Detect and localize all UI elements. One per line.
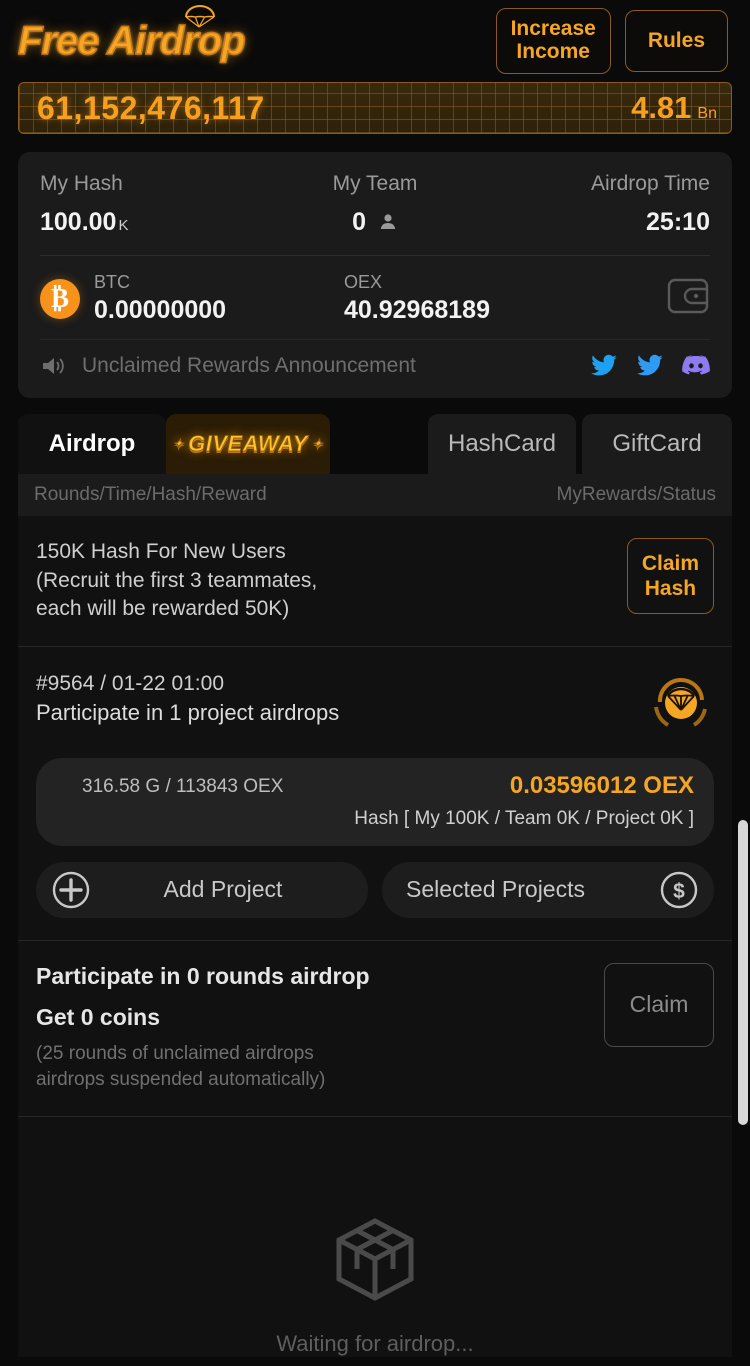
giveaway-badge-label: GIVEAWAY <box>169 431 328 457</box>
twitter-icon[interactable] <box>636 354 664 378</box>
plus-circle-icon <box>52 871 90 908</box>
announcement-row[interactable]: Unclaimed Rewards Announcement <box>40 339 710 384</box>
balances-row: ₿ BTC 0.00000000 OEX 40.92968189 <box>40 256 710 339</box>
round-meta: #9564 / 01-22 01:00 Participate in 1 pro… <box>36 669 339 729</box>
round-hash-left: 316.58 G / 113843 OEX <box>82 775 284 797</box>
round-description: Participate in 1 project airdrops <box>36 700 340 726</box>
column-header-right: MyRewards/Status <box>556 484 716 505</box>
claim-hash-line1: Claim <box>641 552 699 575</box>
round-hash-box: 316.58 G / 113843 OEX 0.03596012 OEX Has… <box>36 757 714 846</box>
empty-state-label: Waiting for airdrop... <box>276 1330 474 1356</box>
stat-airdrop-time: Airdrop Time 25:10 <box>487 172 710 237</box>
btc-label: BTC <box>94 272 130 292</box>
promo-line-2: (Recruit the first 3 teammates, <box>36 568 318 592</box>
round-airdrop-icon-wrap <box>648 669 714 740</box>
participation-summary: Participate in 0 rounds airdrop Get 0 co… <box>36 962 714 1094</box>
increase-income-line2: Income <box>516 40 590 63</box>
promo-text: 150K Hash For New Users (Recruit the fir… <box>36 538 317 624</box>
my-team-value: 0 <box>352 208 366 236</box>
tab-giveaway[interactable]: GIVEAWAY <box>166 414 330 474</box>
add-project-button[interactable]: Add Project <box>36 861 368 918</box>
rules-button[interactable]: Rules <box>624 9 728 73</box>
airdrop-parachute-icon <box>654 677 707 727</box>
total-hash-amount: 4.81 <box>631 90 692 125</box>
claim-hash-button[interactable]: Claim Hash <box>626 538 714 615</box>
app-header: Free Airdrop Increase Income Rules <box>0 0 750 82</box>
my-hash-label: My Hash <box>40 172 123 195</box>
column-header-bar: Rounds/Time/Hash/Reward MyRewards/Status <box>18 474 732 516</box>
tab-hashcard[interactable]: HashCard <box>428 414 576 474</box>
promo-line-1: 150K Hash For New Users <box>36 540 286 563</box>
empty-state: Waiting for airdrop... <box>18 1117 732 1357</box>
stat-my-hash[interactable]: My Hash 100.00 K <box>40 172 263 237</box>
round-id-time: #9564 / 01-22 01:00 <box>36 671 224 695</box>
promo-line-3: each will be rewarded 50K) <box>36 597 290 621</box>
wallet-icon <box>667 278 709 314</box>
column-header-left: Rounds/Time/Hash/Reward <box>34 484 267 505</box>
round-row: #9564 / 01-22 01:00 Participate in 1 pro… <box>18 647 732 941</box>
project-actions-row: Add Project Selected Projects $ <box>36 861 714 918</box>
btc-balance: BTC 0.00000000 <box>94 272 344 325</box>
person-icon <box>380 214 396 229</box>
my-team-value-wrap: 0 <box>263 208 486 237</box>
airdrop-time-label: Airdrop Time <box>590 172 710 195</box>
add-project-label: Add Project <box>163 876 283 903</box>
new-user-promo-row: 150K Hash For New Users (Recruit the fir… <box>18 516 732 647</box>
wallet-button[interactable] <box>666 276 710 321</box>
btc-value: 0.00000000 <box>94 296 227 324</box>
stats-row: My Hash 100.00 K My Team 0 Airdrop Time 2… <box>40 172 710 237</box>
stat-my-team[interactable]: My Team 0 <box>263 172 486 237</box>
stats-card: My Hash 100.00 K My Team 0 Airdrop Time 2… <box>18 152 732 398</box>
dollar-circle-icon: $ <box>660 871 698 908</box>
oex-value: 40.92968189 <box>344 296 490 324</box>
vertical-scrollbar[interactable] <box>738 820 748 1125</box>
total-hash-amount-wrap: 4.81 Bn <box>631 90 717 126</box>
participation-line-2: Get 0 coins <box>36 1003 160 1030</box>
total-hash-banner: 61,152,476,117 4.81 Bn <box>18 82 732 134</box>
announcement-text: Unclaimed Rewards Announcement <box>82 354 416 377</box>
round-reward-amount: 0.03596012 OEX <box>509 771 694 799</box>
my-hash-unit: K <box>118 217 129 234</box>
airdrop-list-panel: 150K Hash For New Users (Recruit the fir… <box>18 516 732 1357</box>
increase-income-button[interactable]: Increase Income <box>495 8 611 74</box>
participation-note: (25 rounds of unclaimed airdrops airdrop… <box>36 1041 370 1094</box>
round-hash-breakdown: Hash [ My 100K / Team 0K / Project 0K ] <box>354 807 694 829</box>
discord-icon[interactable] <box>682 355 710 377</box>
my-hash-value-wrap: 100.00 K <box>40 208 263 237</box>
my-team-label: My Team <box>332 172 418 195</box>
oex-label: OEX <box>344 272 383 292</box>
airdrop-time-value: 25:10 <box>646 208 710 236</box>
participation-text: Participate in 0 rounds airdrop Get 0 co… <box>36 963 370 1094</box>
participation-note-line-1: (25 rounds of unclaimed airdrops <box>36 1042 314 1064</box>
my-hash-value: 100.00 <box>40 208 117 236</box>
round-header: #9564 / 01-22 01:00 Participate in 1 pro… <box>36 669 714 740</box>
bitcoin-icon: ₿ <box>40 278 80 319</box>
tab-bar: Airdrop GIVEAWAY HashCard GiftCard <box>18 414 732 474</box>
social-links <box>590 354 710 378</box>
participation-note-line-2: airdrops suspended automatically) <box>36 1069 326 1091</box>
selected-projects-label: Selected Projects <box>406 876 585 903</box>
total-hash-unit: Bn <box>697 105 717 122</box>
total-hash-value: 61,152,476,117 <box>37 89 265 126</box>
new-user-promo: 150K Hash For New Users (Recruit the fir… <box>36 538 714 624</box>
speaker-icon <box>43 358 64 374</box>
tab-airdrop[interactable]: Airdrop <box>18 414 166 474</box>
claim-hash-line2: Hash <box>644 577 697 601</box>
twitter-icon[interactable] <box>590 354 618 378</box>
increase-income-line1: Increase <box>510 17 596 41</box>
tab-giftcard[interactable]: GiftCard <box>582 414 732 474</box>
selected-projects-button[interactable]: Selected Projects $ <box>382 861 714 918</box>
claim-button[interactable]: Claim <box>604 962 714 1047</box>
svg-text:$: $ <box>673 880 685 903</box>
participation-row: Participate in 0 rounds airdrop Get 0 co… <box>18 941 732 1117</box>
parachute-icon <box>184 5 215 28</box>
participation-line-1: Participate in 0 rounds airdrop <box>36 962 370 989</box>
app-logo: Free Airdrop <box>17 5 251 62</box>
oex-balance: OEX 40.92968189 <box>344 272 594 325</box>
package-box-icon <box>336 1218 414 1301</box>
round-reward-block: 0.03596012 OEX Hash [ My 100K / Team 0K … <box>354 772 694 830</box>
header-actions: Increase Income Rules <box>495 8 728 74</box>
